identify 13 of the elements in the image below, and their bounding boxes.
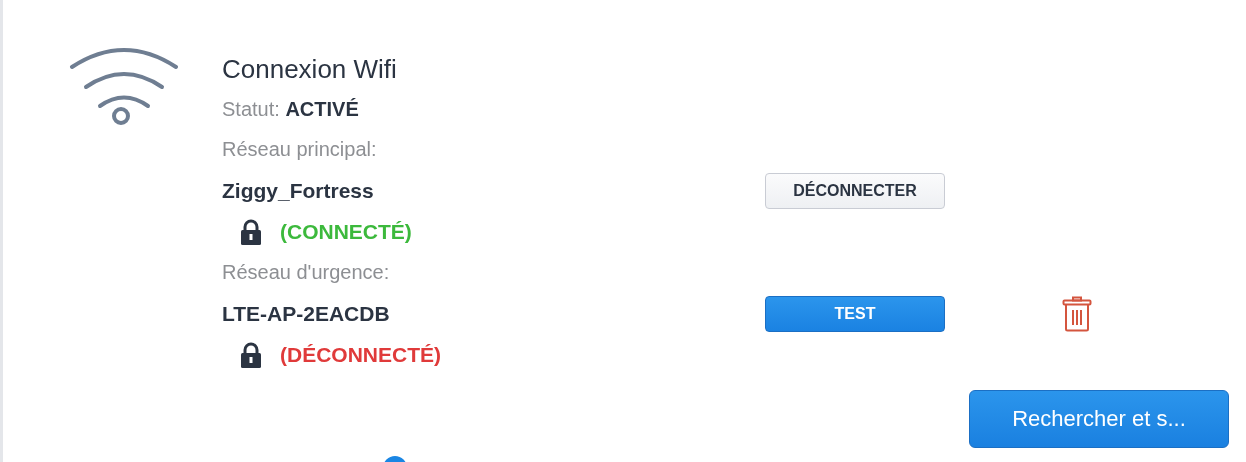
network-button[interactable]: DÉCONNECTER [765, 172, 945, 209]
network-label: Réseau principal: [222, 138, 378, 161]
search-button[interactable]: Rechercher et s... [969, 390, 1229, 448]
network-name: Ziggy_Fortress [222, 178, 375, 203]
wifi-icon [68, 45, 180, 127]
connection-state: (CONNECTÉ) [280, 219, 412, 244]
network-label: Réseau d'urgence: [222, 261, 391, 284]
status-text: Statut: ACTIVÉ [222, 96, 359, 122]
trash-icon[interactable] [1062, 295, 1092, 332]
connection-title: Connexion Wifi [222, 53, 398, 86]
network-button[interactable]: TEST [765, 295, 945, 332]
network-name: LTE-AP-2EACDB [222, 301, 391, 326]
connection-state: (DÉCONNECTÉ) [280, 342, 441, 367]
